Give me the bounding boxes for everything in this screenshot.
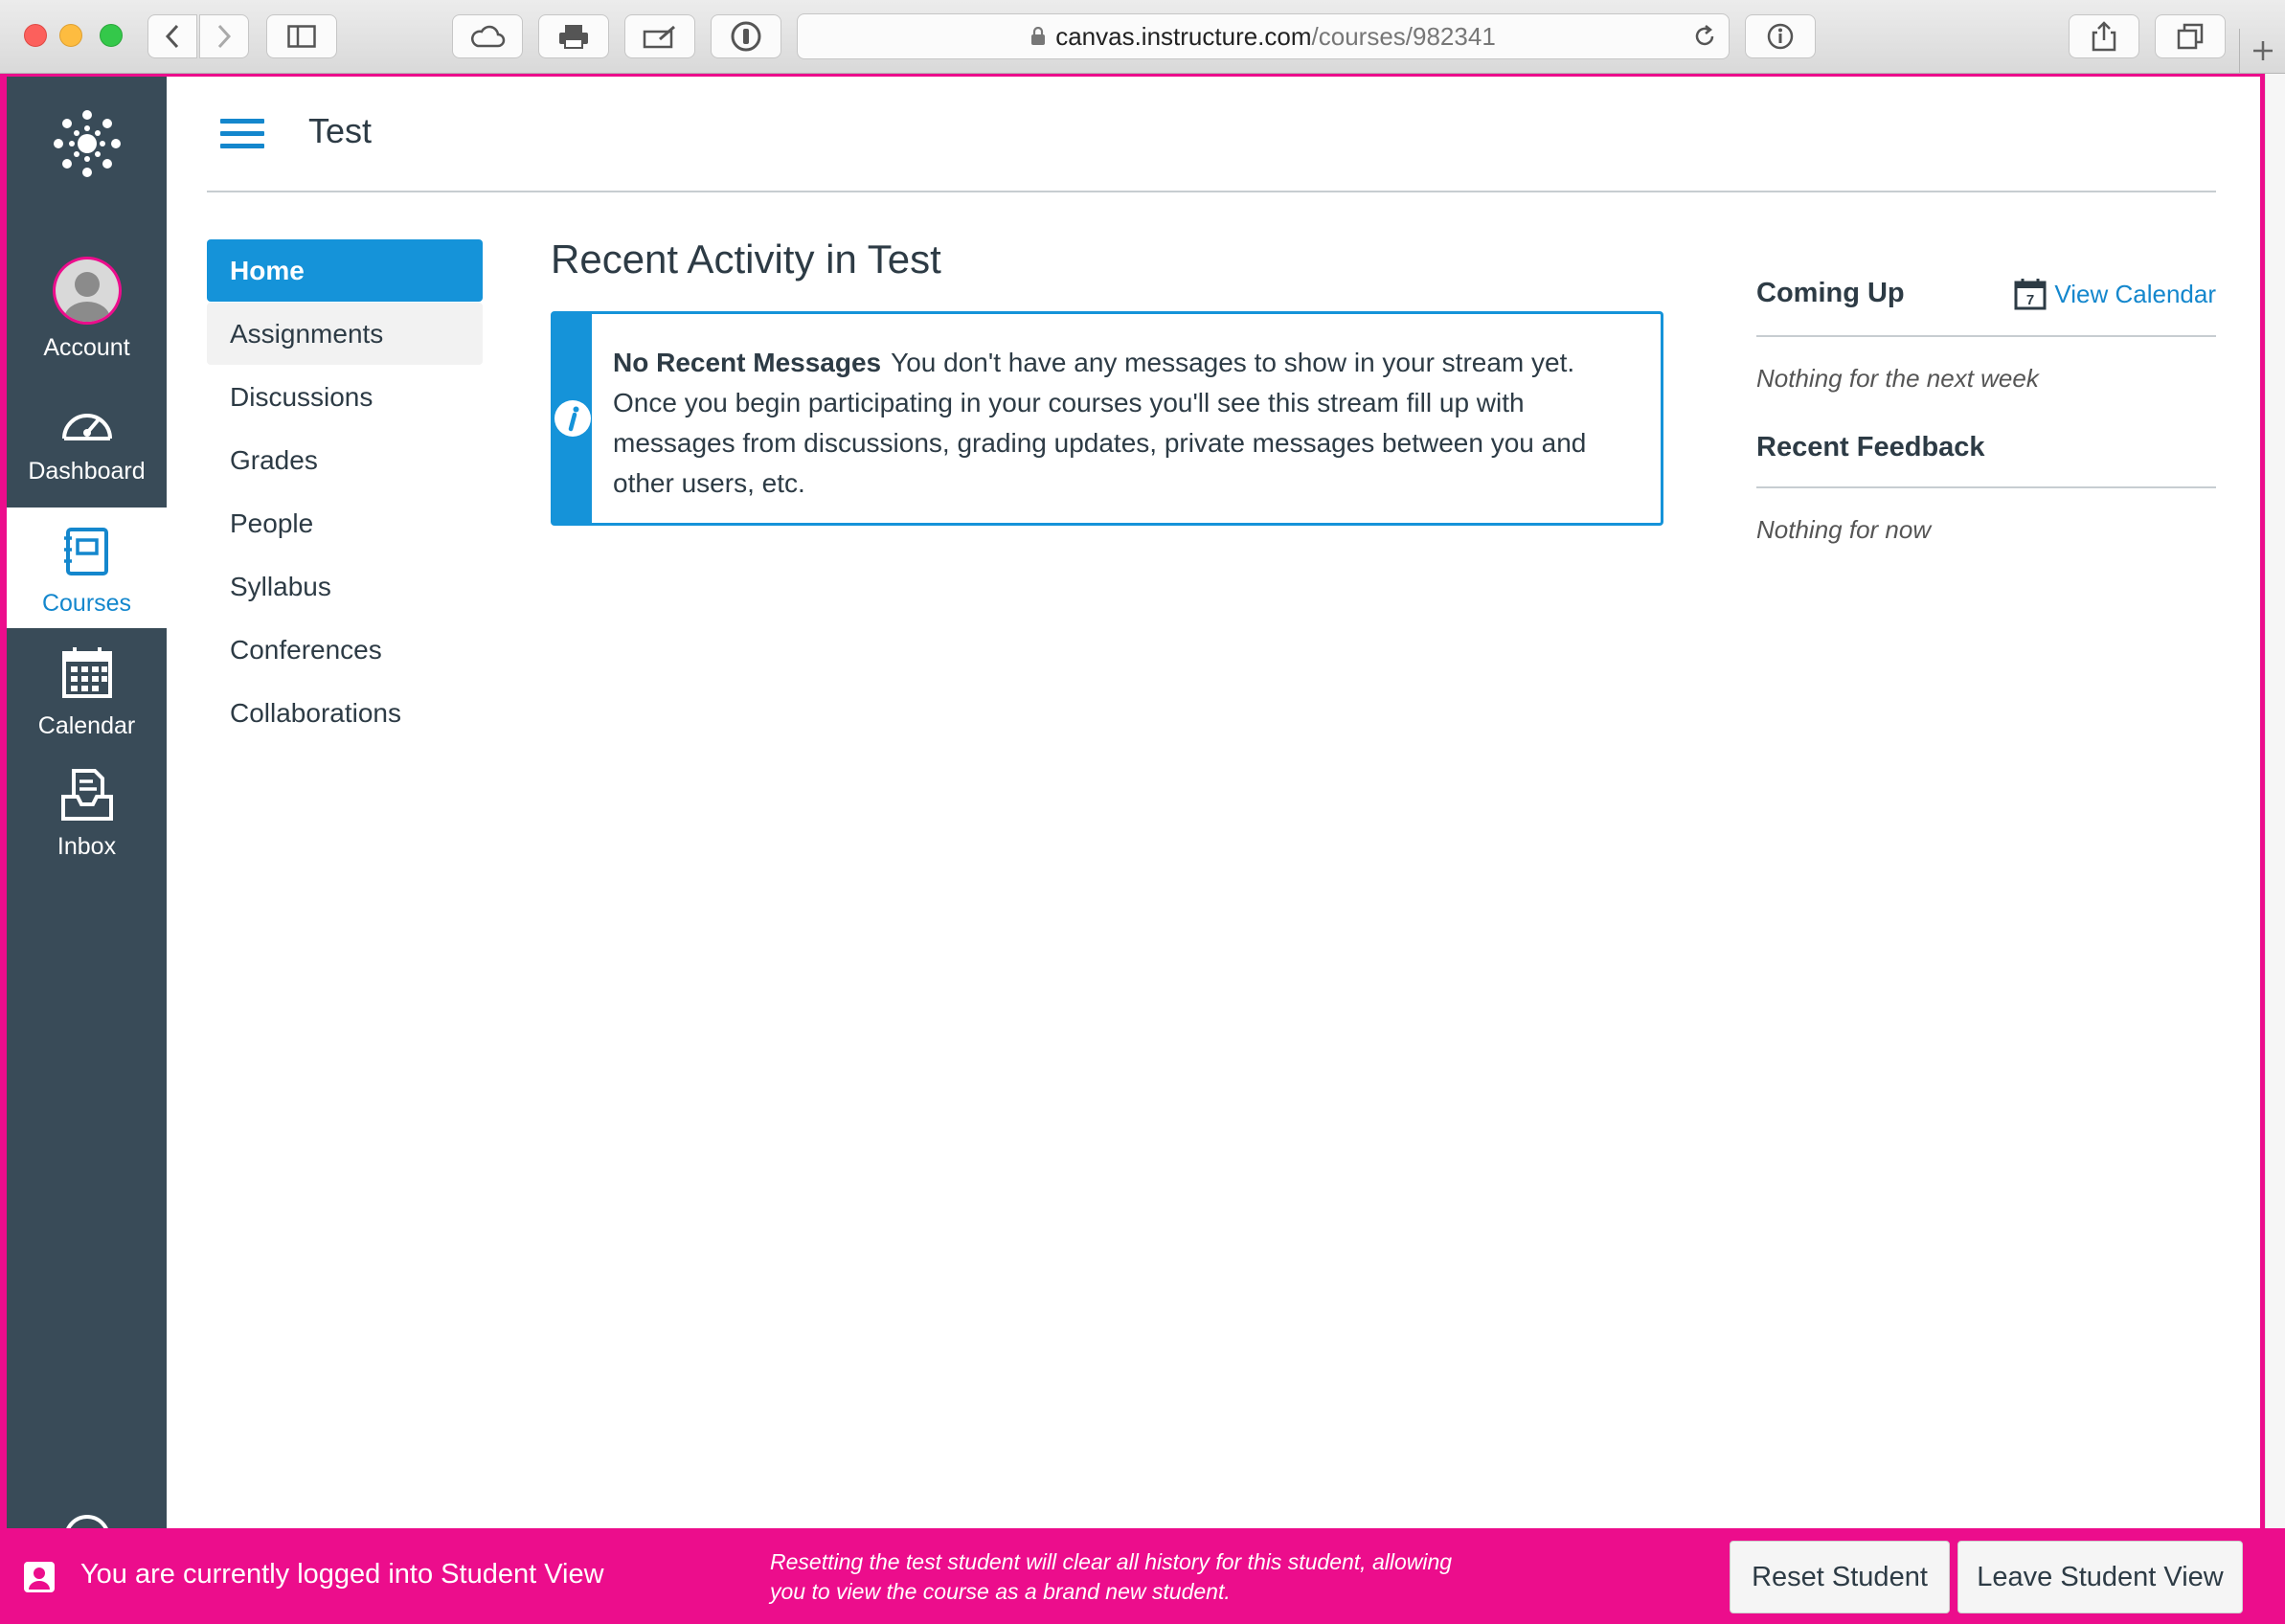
page-title: Recent Activity in Test [551, 237, 941, 282]
global-nav-inbox[interactable]: Inbox [7, 768, 167, 873]
zoom-window-button[interactable] [100, 24, 123, 47]
chevron-right-icon [217, 24, 232, 49]
course-nav-home[interactable]: Home [207, 239, 483, 302]
forward-button[interactable] [199, 14, 249, 58]
no-messages-alert: No Recent Messages You don't have any mes… [551, 311, 1663, 526]
global-nav-account-label: Account [43, 334, 130, 361]
sidebar-toggle-button[interactable] [266, 14, 337, 58]
student-view-status: You are currently logged into Student Vi… [80, 1559, 604, 1590]
cloud-icon [471, 25, 506, 48]
recent-feedback-empty-text: Nothing for now [1756, 515, 1932, 544]
global-nav-calendar-label: Calendar [37, 712, 136, 739]
recent-feedback-heading: Recent Feedback [1756, 432, 1985, 462]
print-button[interactable] [538, 14, 609, 58]
reset-explanation-line2: you to view the course as a brand new st… [770, 1579, 1231, 1604]
course-nav-grades[interactable]: Grades [207, 429, 483, 491]
sidebar-icon [287, 25, 316, 48]
leave-student-view-button[interactable]: Leave Student View [1957, 1541, 2243, 1613]
hamburger-menu-icon [220, 119, 264, 124]
global-nav-dashboard-label: Dashboard [28, 458, 146, 485]
reset-explanation: Resetting the test student will clear al… [770, 1547, 1452, 1607]
student-view-border-left [0, 74, 7, 1529]
global-nav-courses-label: Courses [41, 590, 132, 617]
course-nav-people[interactable]: People [207, 492, 483, 554]
breadcrumb-course-title[interactable]: Test [308, 111, 372, 151]
scrollbar-track[interactable] [2265, 74, 2285, 1529]
avatar [52, 257, 122, 325]
calendar-small-icon: 7 [2014, 279, 2047, 310]
courses-book-icon [63, 528, 108, 575]
canvas-logo[interactable] [53, 109, 122, 178]
course-menu-toggle[interactable] [220, 119, 264, 156]
course-nav-syllabus[interactable]: Syllabus [207, 555, 483, 618]
coming-up-empty-text: Nothing for the next week [1756, 364, 2039, 393]
alert-title: No Recent Messages [613, 348, 882, 377]
coming-up-divider [1756, 335, 2216, 337]
new-tab-button[interactable] [2239, 29, 2285, 73]
reset-student-button[interactable]: Reset Student [1730, 1541, 1950, 1613]
plus-icon [2252, 41, 2273, 60]
info-icon [554, 400, 591, 437]
cloud-button[interactable] [452, 14, 523, 58]
calendar-icon [61, 647, 112, 698]
view-calendar-label: View Calendar [2054, 279, 2216, 308]
course-nav-assignments[interactable]: Assignments [207, 303, 483, 365]
alert-body: No Recent Messages You don't have any mes… [592, 314, 1661, 523]
dashboard-gauge-icon [61, 414, 112, 440]
course-nav-collaborations[interactable]: Collaborations [207, 682, 483, 744]
info-button[interactable] [1745, 14, 1816, 58]
address-bar[interactable]: canvas.instructure.com/courses/982341 [797, 13, 1730, 59]
url-path: /courses/982341 [1311, 21, 1496, 51]
url-host: canvas.instructure.com [1055, 21, 1312, 51]
course-nav-discussions[interactable]: Discussions [207, 366, 483, 428]
printer-icon [559, 25, 588, 49]
info-icon [1767, 23, 1794, 50]
header-divider [207, 191, 2216, 192]
browser-toolbar: canvas.instructure.com/courses/982341 [0, 0, 2285, 74]
lock-icon [1031, 27, 1046, 45]
reload-icon[interactable] [1692, 24, 1717, 49]
main-content: Test Home Assignments Discussions Grades… [167, 77, 2260, 1528]
student-view-banner: You are currently logged into Student Vi… [0, 1528, 2285, 1624]
global-nav-courses[interactable]: Courses [7, 508, 167, 628]
global-nav-inbox-label: Inbox [57, 833, 117, 860]
right-sidebar: Coming Up 7 View Calendar Nothing for th… [1756, 278, 2216, 545]
close-window-button[interactable] [24, 24, 47, 47]
calendar-day-number: 7 [2026, 292, 2034, 308]
global-nav-account[interactable]: Account [7, 257, 167, 362]
inbox-icon [60, 769, 113, 821]
tabs-icon [2177, 23, 2204, 50]
share-icon [2092, 21, 2116, 52]
key-circle-icon [731, 21, 761, 52]
view-calendar-link[interactable]: 7 View Calendar [2014, 278, 2216, 310]
markup-button[interactable] [624, 14, 695, 58]
tabs-overview-button[interactable] [2155, 14, 2226, 58]
course-nav-conferences[interactable]: Conferences [207, 619, 483, 681]
global-nav-dashboard[interactable]: Dashboard [7, 402, 167, 498]
back-button[interactable] [147, 14, 197, 58]
minimize-window-button[interactable] [59, 24, 82, 47]
canvas-logo-icon [54, 110, 121, 177]
password-button[interactable] [711, 14, 781, 58]
student-badge-icon [24, 1562, 55, 1592]
chevron-left-icon [165, 24, 179, 49]
user-silhouette-icon [63, 272, 110, 322]
recent-feedback-divider [1756, 486, 2216, 488]
global-nav-calendar[interactable]: Calendar [7, 645, 167, 751]
alert-icon-panel [554, 314, 592, 523]
pen-icon [643, 25, 675, 49]
reset-explanation-line1: Resetting the test student will clear al… [770, 1549, 1453, 1574]
global-navigation: Account Dashboard Courses Calendar Inbox [7, 77, 167, 1561]
share-button[interactable] [2069, 14, 2139, 58]
